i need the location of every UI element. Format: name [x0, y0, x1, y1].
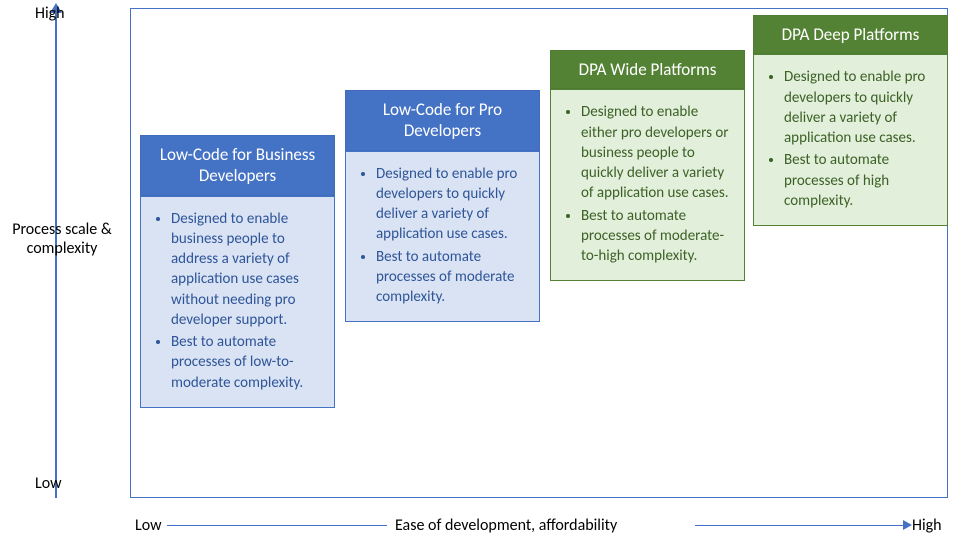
card-body: Designed to enable either pro developers…	[550, 89, 745, 281]
card-low-code-pro: Low-Code for Pro Developers Designed to …	[345, 90, 540, 322]
card-dpa-deep: DPA Deep Platforms Designed to enable pr…	[753, 15, 948, 226]
x-axis-arrow-right-icon	[695, 525, 905, 526]
card-bullet: Best to automate processes of high compl…	[784, 150, 935, 211]
card-dpa-wide: DPA Wide Platforms Designed to enable ei…	[550, 50, 745, 281]
card-title: DPA Wide Platforms	[550, 50, 745, 89]
y-axis-title: Process scale & complexity	[2, 220, 122, 258]
x-axis-title: Ease of development, affordability	[395, 516, 617, 535]
card-bullet: Designed to enable either pro developers…	[581, 102, 732, 203]
card-low-code-business: Low-Code for Business Developers Designe…	[140, 135, 335, 408]
y-axis-high-label: High	[35, 4, 65, 23]
card-title: DPA Deep Platforms	[753, 15, 948, 54]
card-bullet: Designed to enable pro developers to qui…	[376, 164, 527, 245]
card-bullet: Designed to enable pro developers to qui…	[784, 67, 935, 148]
card-title: Low-Code for Business Developers	[140, 135, 335, 196]
card-body: Designed to enable business people to ad…	[140, 196, 335, 408]
card-bullet: Designed to enable business people to ad…	[171, 209, 322, 331]
card-bullet: Best to automate processes of moderate c…	[376, 247, 527, 308]
card-bullet: Best to automate processes of low-to-mod…	[171, 332, 322, 393]
x-axis-low-label: Low	[135, 516, 162, 535]
x-axis-line-left-icon	[167, 525, 387, 526]
x-axis-high-label: High	[912, 516, 942, 535]
card-body: Designed to enable pro developers to qui…	[753, 54, 948, 226]
card-bullet: Best to automate processes of moderate-t…	[581, 206, 732, 267]
y-axis-low-label: Low	[35, 474, 62, 493]
card-body: Designed to enable pro developers to qui…	[345, 151, 540, 323]
card-title: Low-Code for Pro Developers	[345, 90, 540, 151]
